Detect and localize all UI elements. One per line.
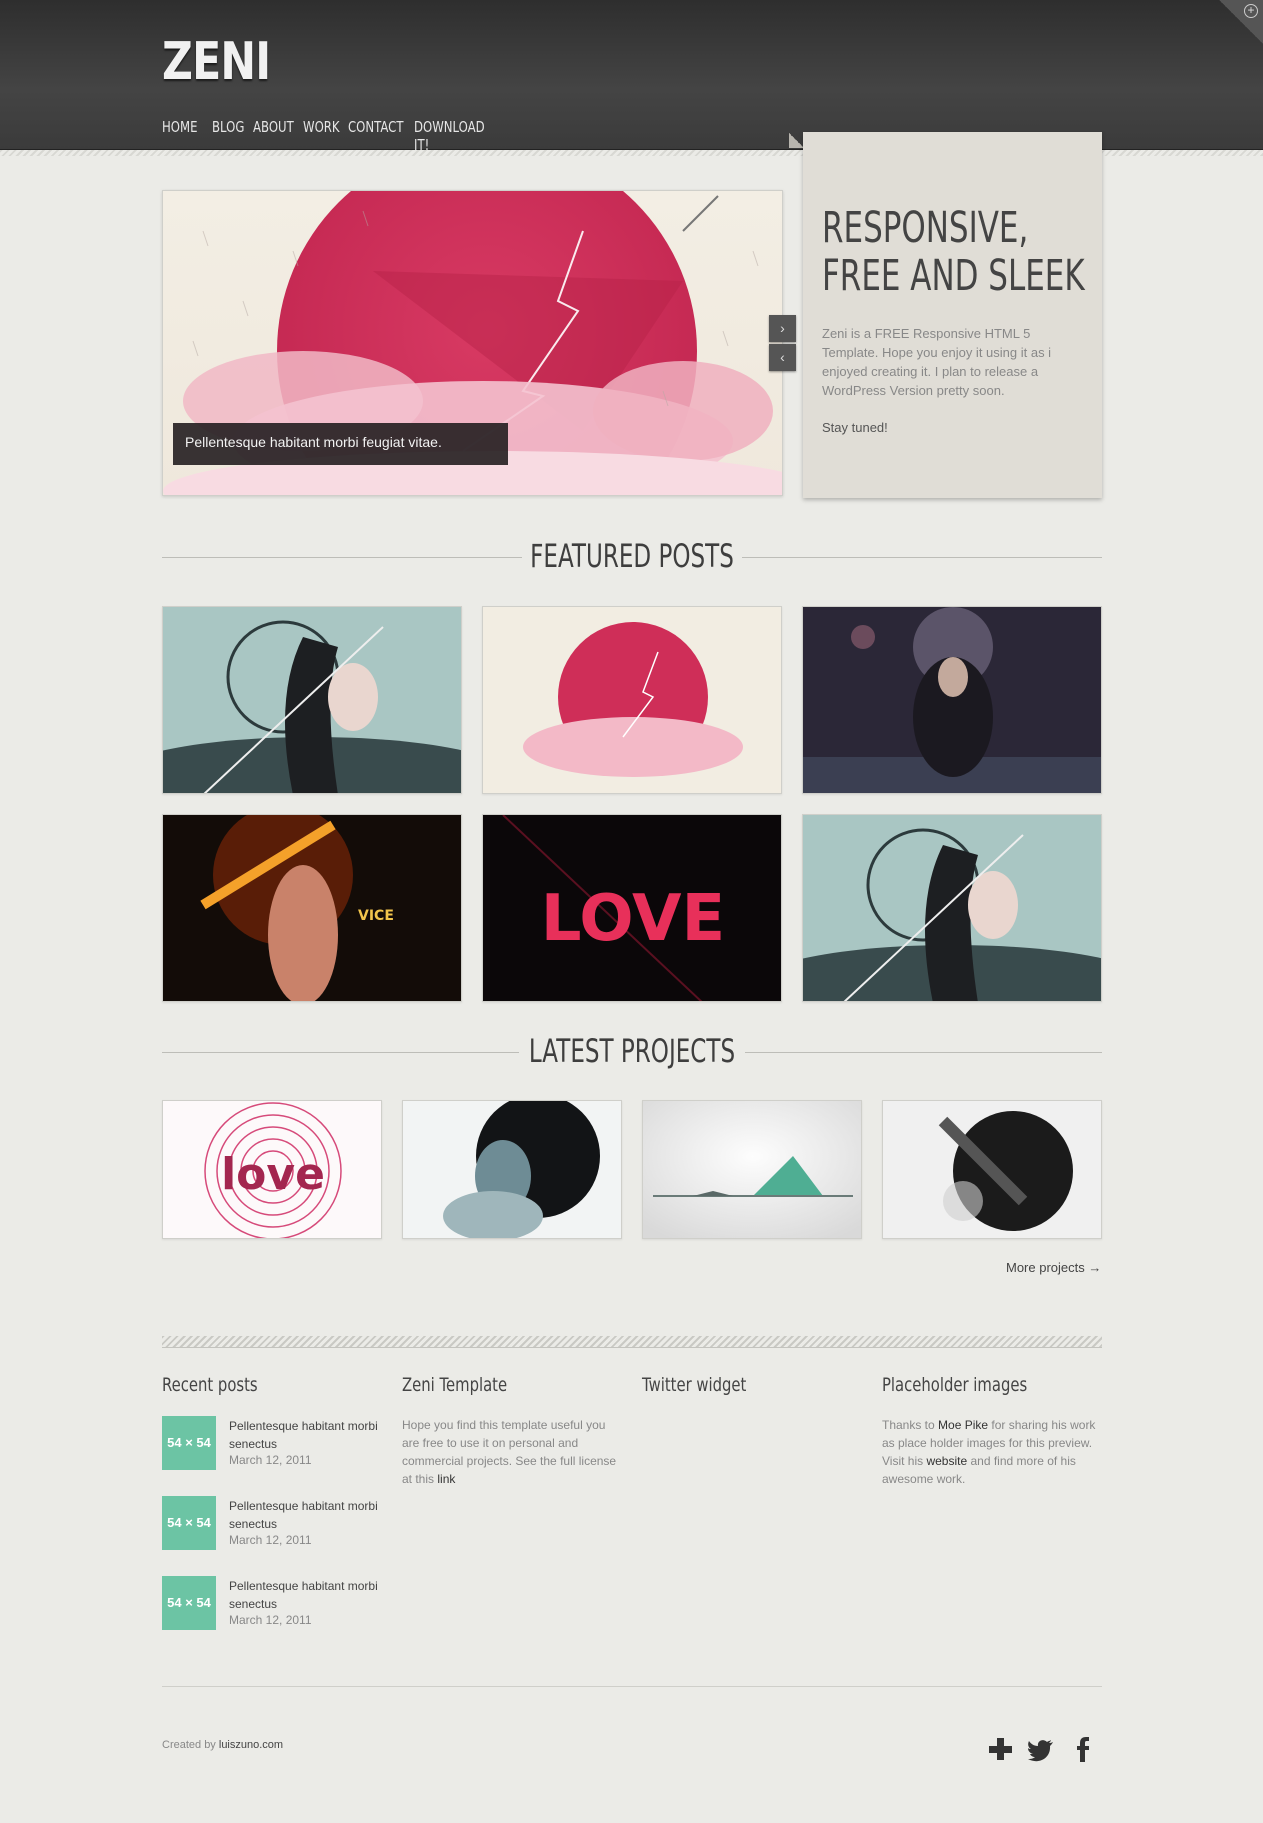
author-link[interactable]: Moe Pike xyxy=(938,1418,988,1432)
project-image-2 xyxy=(403,1101,621,1238)
license-link[interactable]: link xyxy=(437,1472,455,1486)
post-date: March 12, 2011 xyxy=(229,1453,312,1467)
promo-box: RESPONSIVE, FREE AND SLEEK Zeni is a FRE… xyxy=(803,132,1102,498)
post-date: March 12, 2011 xyxy=(229,1533,312,1547)
footer-credit: Created by luiszuno.com xyxy=(162,1739,283,1751)
nav-download[interactable]: DOWNLOAD IT! xyxy=(414,118,492,154)
credit-link[interactable]: luiszuno.com xyxy=(219,1739,283,1751)
nav-contact[interactable]: CONTACT xyxy=(348,118,403,154)
placeholder-widget-text: Thanks to Moe Pike for sharing his work … xyxy=(882,1416,1097,1488)
post-thumbnail[interactable]: 54 × 54 xyxy=(162,1576,216,1630)
more-projects-link[interactable]: More projects → xyxy=(1006,1260,1101,1275)
project-2[interactable] xyxy=(402,1100,622,1239)
featured-post-4[interactable]: VICE xyxy=(162,814,462,1002)
project-image-3 xyxy=(643,1101,861,1238)
featured-image-6 xyxy=(803,815,1101,1001)
widget-title-twitter: Twitter widget xyxy=(642,1374,747,1396)
divider xyxy=(745,1052,1102,1053)
nav-work[interactable]: WORK xyxy=(303,118,341,154)
svg-text:LOVE: LOVE xyxy=(541,882,725,956)
footer-stripe xyxy=(162,1336,1102,1348)
site-header: ZENI HOME BLOG ABOUT WORK CONTACT DOWNLO… xyxy=(0,0,1263,154)
hero-slider[interactable]: Pellentesque habitant morbi feugiat vita… xyxy=(162,190,783,496)
promo-fold xyxy=(789,132,803,148)
promo-title: RESPONSIVE, FREE AND SLEEK xyxy=(822,203,1085,301)
nav-about[interactable]: ABOUT xyxy=(253,118,296,154)
facebook-icon[interactable] xyxy=(1068,1734,1098,1764)
chevron-right-icon: › xyxy=(780,320,785,336)
featured-image-3 xyxy=(803,607,1101,793)
featured-image-2 xyxy=(483,607,781,793)
plus-icon: + xyxy=(1244,4,1258,18)
nav-home[interactable]: HOME xyxy=(162,118,198,154)
placeholder-text-1: Thanks to xyxy=(882,1418,939,1432)
featured-post-2[interactable] xyxy=(482,606,782,794)
project-image-1: love xyxy=(163,1101,381,1238)
slider-prev-button[interactable]: ‹ xyxy=(769,344,796,371)
widget-title-recent: Recent posts xyxy=(162,1374,258,1396)
featured-image-4: VICE xyxy=(163,815,461,1001)
post-title[interactable]: Pellentesque habitant morbi senectus xyxy=(229,1417,379,1453)
project-4[interactable] xyxy=(882,1100,1102,1239)
recent-post-3[interactable]: 54 × 54 Pellentesque habitant morbi sene… xyxy=(162,1576,382,1631)
post-title[interactable]: Pellentesque habitant morbi senectus xyxy=(229,1497,379,1533)
promo-text: Zeni is a FREE Responsive HTML 5 Templat… xyxy=(822,326,1052,398)
twitter-icon[interactable] xyxy=(1026,1734,1056,1764)
post-date: March 12, 2011 xyxy=(229,1613,312,1627)
project-image-4 xyxy=(883,1101,1101,1238)
slider-next-button[interactable]: › xyxy=(769,315,796,342)
chevron-left-icon: ‹ xyxy=(780,349,785,365)
post-title[interactable]: Pellentesque habitant morbi senectus xyxy=(229,1577,379,1613)
featured-heading: FEATURED POSTS xyxy=(162,537,1102,577)
featured-post-3[interactable] xyxy=(802,606,1102,794)
plus-icon[interactable] xyxy=(986,1734,1016,1764)
svg-text:love: love xyxy=(221,1149,325,1200)
projects-title: LATEST PROJECTS xyxy=(528,1032,736,1070)
footer-divider xyxy=(162,1686,1102,1687)
featured-title: FEATURED POSTS xyxy=(530,537,734,575)
featured-image-1 xyxy=(163,607,461,793)
divider xyxy=(742,557,1102,558)
recent-post-2[interactable]: 54 × 54 Pellentesque habitant morbi sene… xyxy=(162,1496,382,1551)
widget-title-placeholder: Placeholder images xyxy=(882,1374,1028,1396)
nav-blog[interactable]: BLOG xyxy=(212,118,249,154)
projects-heading: LATEST PROJECTS xyxy=(162,1032,1102,1072)
website-link[interactable]: website xyxy=(926,1454,967,1468)
post-thumbnail[interactable]: 54 × 54 xyxy=(162,1496,216,1550)
hero-caption: Pellentesque habitant morbi feugiat vita… xyxy=(173,423,508,465)
corner-toggle[interactable]: + xyxy=(1219,0,1263,44)
featured-post-5[interactable]: LOVE xyxy=(482,814,782,1002)
template-text: Hope you find this template useful you a… xyxy=(402,1418,617,1486)
template-widget-text: Hope you find this template useful you a… xyxy=(402,1416,617,1488)
main-nav: HOME BLOG ABOUT WORK CONTACT DOWNLOAD IT… xyxy=(162,118,514,154)
promo-cta: Stay tuned! xyxy=(822,420,888,435)
featured-post-6[interactable] xyxy=(802,814,1102,1002)
post-thumbnail[interactable]: 54 × 54 xyxy=(162,1416,216,1470)
featured-post-1[interactable] xyxy=(162,606,462,794)
credit-label: Created by xyxy=(162,1739,219,1751)
project-1[interactable]: love xyxy=(162,1100,382,1239)
site-logo[interactable]: ZENI xyxy=(162,32,271,92)
featured-image-5: LOVE xyxy=(483,815,781,1001)
recent-post-1[interactable]: 54 × 54 Pellentesque habitant morbi sene… xyxy=(162,1416,382,1471)
widget-title-template: Zeni Template xyxy=(402,1374,508,1396)
svg-text:VICE: VICE xyxy=(358,908,394,924)
project-3[interactable] xyxy=(642,1100,862,1239)
